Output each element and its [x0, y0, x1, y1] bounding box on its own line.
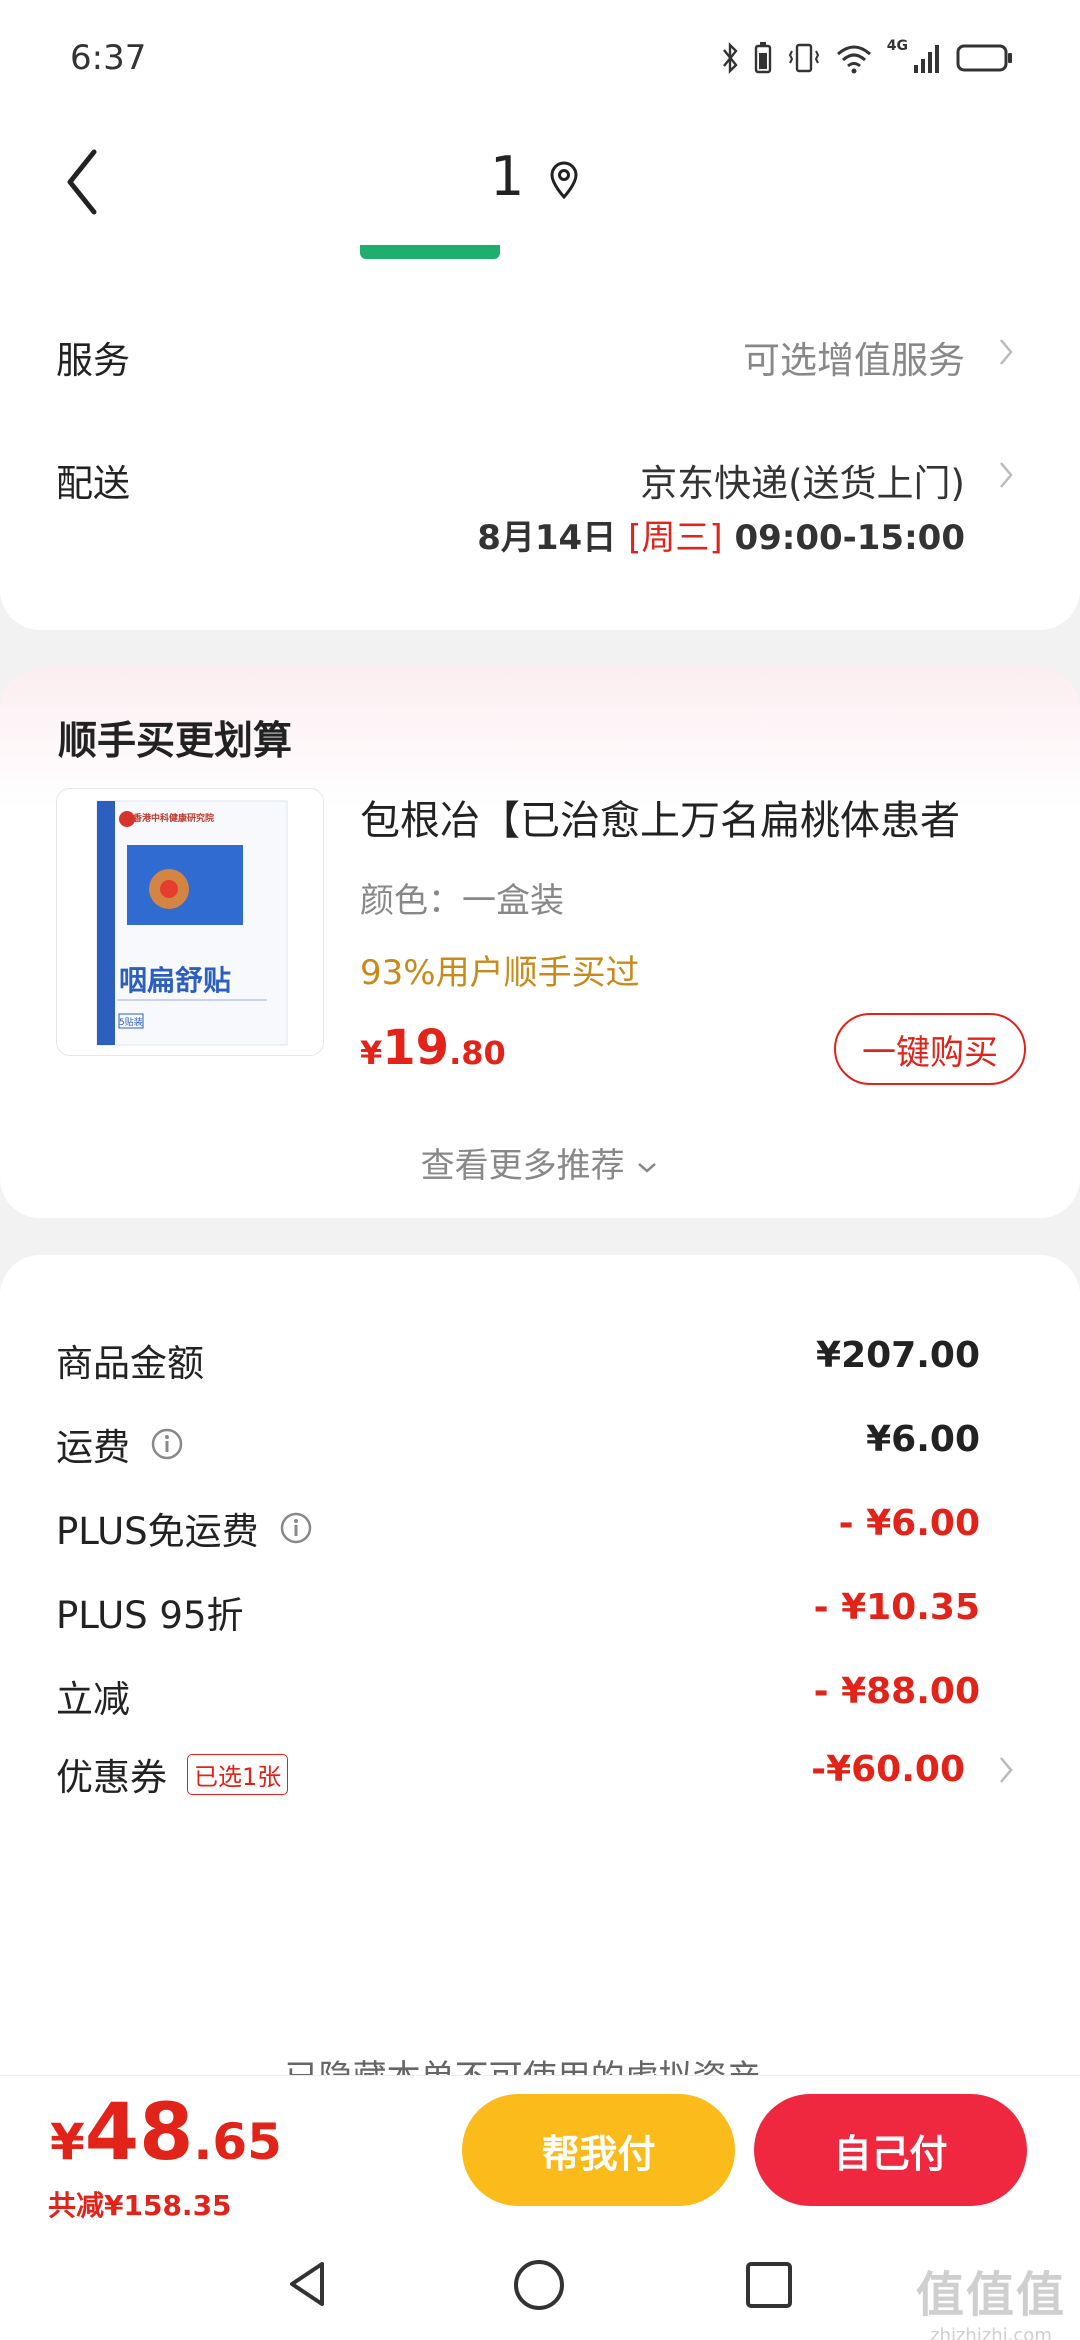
product-name[interactable]: 包根冶【已治愈上万名扁桃体患者 — [360, 788, 960, 846]
shipping-fee-label: 运费 — [56, 1417, 184, 1471]
service-value: 可选增值服务 — [743, 339, 965, 382]
back-arrow-icon[interactable] — [58, 142, 108, 222]
product-image[interactable]: 香港中科健康研究院 咽扁舒贴 5贴装 — [56, 788, 324, 1056]
delivery-label: 配送 — [56, 462, 130, 505]
more-recommendations-link[interactable]: 查看更多推荐 — [0, 1138, 1080, 1187]
plus-free-shipping-value: - ¥6.00 — [838, 1503, 980, 1544]
coupon-value: -¥60.00 — [811, 1749, 965, 1790]
service-label: 服务 — [56, 339, 130, 382]
coupon-label: 优惠券 已选1张 — [56, 1747, 289, 1801]
watermark-logo: 值值值 — [915, 2267, 1066, 2323]
product-image-count: 5贴装 — [119, 1018, 143, 1028]
plus-free-shipping-label: PLUS免运费 — [56, 1501, 313, 1555]
price-decimal: .80 — [449, 1034, 506, 1072]
product-bought-stat: 93%用户顺手买过 — [360, 953, 640, 993]
total-discount: 共减¥158.35 — [48, 2189, 232, 2222]
delivery-time: 09:00-15:00 — [734, 518, 965, 558]
order-options-card: 服务 可选增值服务 配送 京东快递(送货上门) 8月14日 [周三] 09:00… — [0, 245, 1080, 630]
delivery-weekday: [周三] — [628, 518, 723, 558]
info-icon[interactable] — [279, 1511, 313, 1545]
recommend-title: 顺手买更划算 — [58, 719, 293, 764]
goods-amount-value: ¥207.00 — [816, 1335, 980, 1376]
battery-icon — [956, 44, 1012, 72]
page-title: 1 — [490, 145, 525, 208]
more-recommendations-label: 查看更多推荐 — [420, 1146, 625, 1186]
instant-discount-value: - ¥88.00 — [813, 1671, 980, 1712]
pay-myself-button[interactable]: 自己付 — [754, 2094, 1027, 2206]
total-currency: ¥ — [50, 2113, 85, 2171]
checkout-bar: ¥48.65 共减¥158.35 帮我付 自己付 — [0, 2075, 1080, 2230]
price-currency: ¥ — [360, 1034, 383, 1072]
total-integer: 48 — [84, 2088, 194, 2178]
site-watermark: 值值值 zhizhizhi.com — [916, 2255, 1066, 2340]
network-type-label: 4G — [886, 38, 908, 54]
status-time: 6:37 — [70, 38, 147, 78]
location-pin-icon[interactable] — [548, 160, 580, 200]
chevron-right-icon — [1000, 339, 1013, 365]
instant-discount-label: 立减 — [56, 1678, 130, 1721]
product-image-brand: 香港中科健康研究院 — [133, 814, 215, 824]
price-integer: 19 — [382, 1020, 450, 1076]
goods-amount-label: 商品金额 — [56, 1342, 204, 1385]
delivery-method: 京东快递(送货上门) — [640, 462, 965, 505]
signal-icon — [914, 45, 939, 73]
system-home-icon[interactable] — [512, 2258, 566, 2312]
bluetooth-icon — [722, 42, 738, 74]
wifi-icon — [836, 45, 871, 74]
status-bar: 6:37 4G — [0, 0, 1080, 120]
chevron-down-icon — [638, 1162, 657, 1173]
system-nav-bar: 值值值 zhizhizhi.com — [0, 2230, 1080, 2340]
total-decimal: .65 — [193, 2113, 282, 2171]
system-recents-icon[interactable] — [744, 2260, 794, 2310]
chevron-right-icon — [1000, 1757, 1013, 1783]
one-click-buy-button[interactable]: 一键购买 — [834, 1013, 1026, 1085]
plus-discount-label: PLUS 95折 — [56, 1594, 244, 1637]
product-box-illustration — [57, 789, 323, 1055]
plus-discount-value: - ¥10.35 — [813, 1587, 980, 1628]
watermark-url: zhizhizhi.com — [930, 2325, 1052, 2340]
chevron-right-icon — [1000, 462, 1013, 488]
status-icons: 4G — [721, 38, 1014, 78]
system-back-icon[interactable] — [282, 2258, 334, 2310]
info-icon[interactable] — [150, 1427, 184, 1461]
shipping-fee-value: ¥6.00 — [866, 1419, 980, 1460]
product-color: 颜色：一盒装 — [360, 881, 564, 921]
vibrate-icon — [788, 43, 819, 73]
delivery-schedule: 8月14日 [周三] 09:00-15:00 — [477, 510, 965, 559]
product-price: ¥19.80 — [360, 1020, 506, 1076]
total-price: ¥48.65 — [50, 2088, 282, 2178]
help-me-pay-button[interactable]: 帮我付 — [462, 2094, 735, 2206]
coupon-badge: 已选1张 — [187, 1753, 289, 1795]
shipping-tag-strip — [360, 245, 500, 259]
battery-small-icon — [754, 42, 771, 74]
product-image-name: 咽扁舒贴 — [119, 964, 232, 997]
recommend-card: 顺手买更划算 香港中科健康研究院 咽扁舒贴 5贴装 包根冶【已治愈上万名扁桃体患… — [0, 668, 1080, 1218]
delivery-date: 8月14日 — [477, 518, 617, 558]
